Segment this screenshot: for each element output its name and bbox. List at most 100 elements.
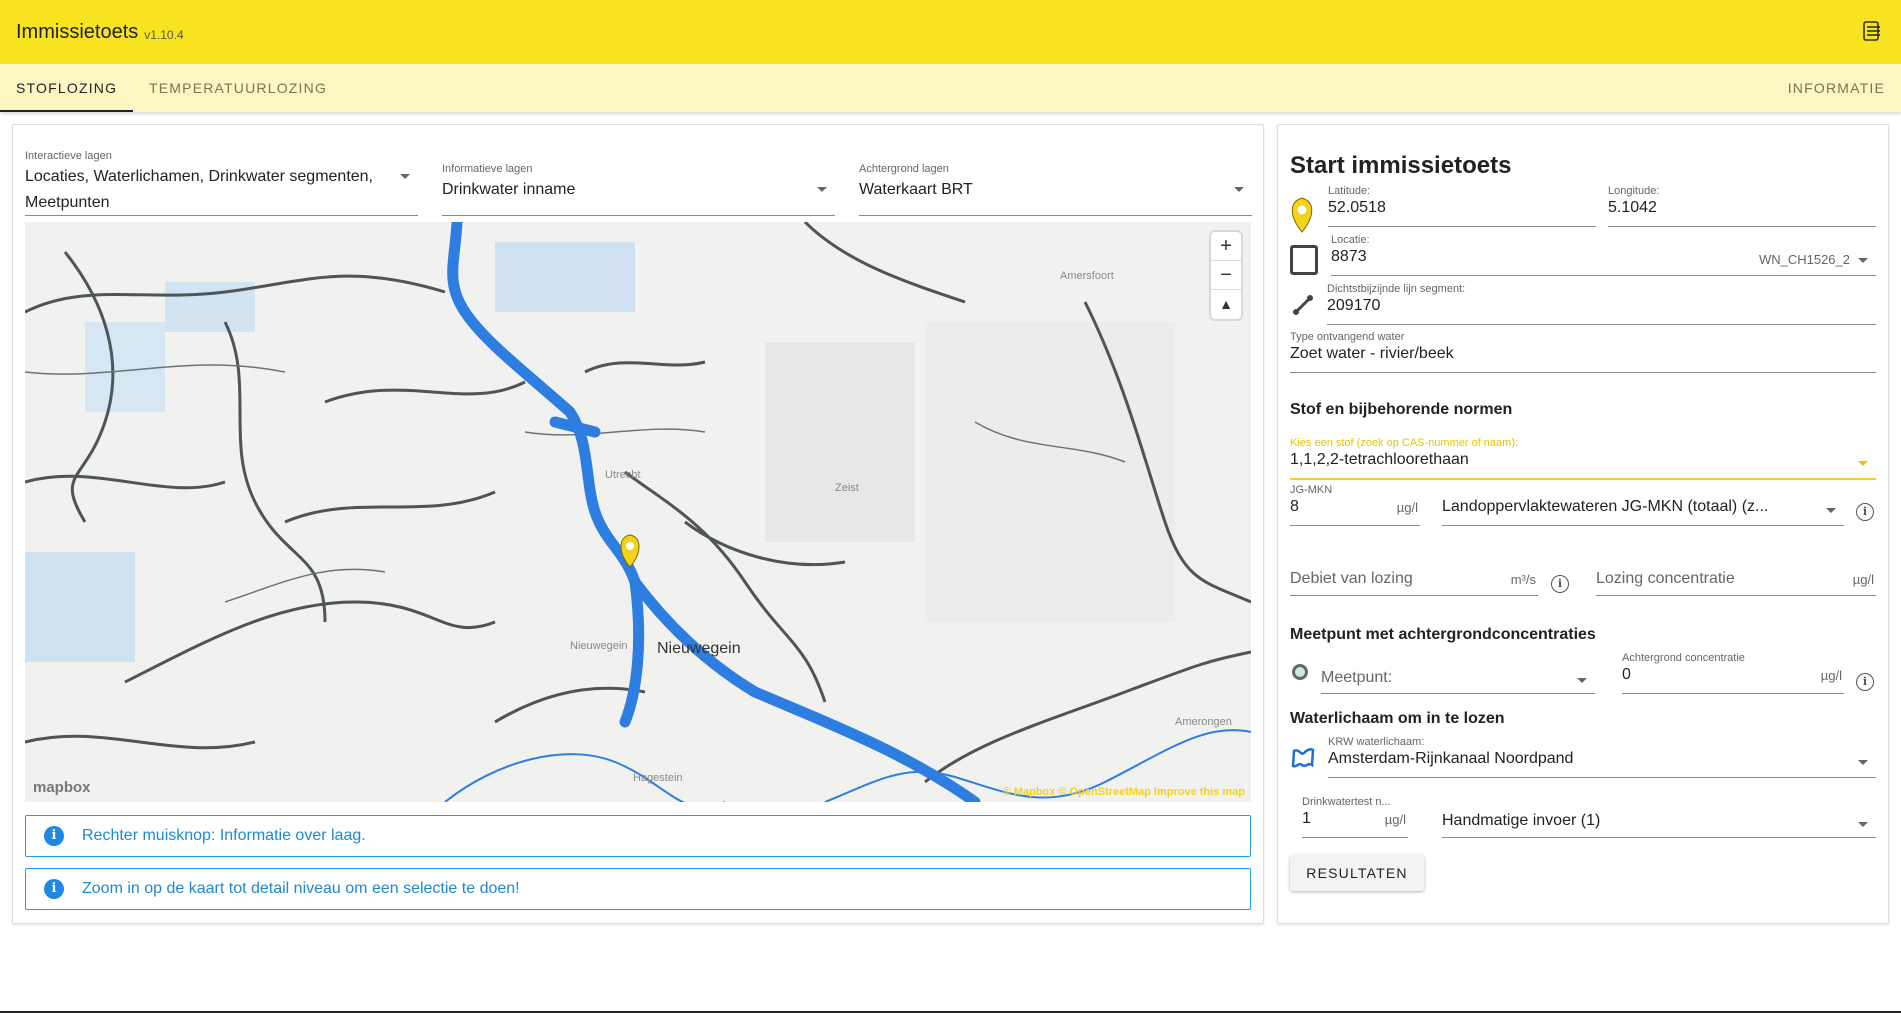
map-label-nieuwegein: Nieuwegein [657,640,741,657]
water-type-label: Type ontvangend water [1290,331,1405,343]
app-title: Immissietoets [16,20,139,43]
chevron-down-icon [1858,258,1868,263]
debiet-unit: m³/s [1510,572,1536,587]
info-icon[interactable]: i [1551,575,1569,593]
longitude-value: 5.1042 [1608,199,1657,216]
water-type-value: Zoet water - rivier/beek [1290,345,1454,362]
chevron-down-icon [1858,461,1868,466]
tab-informatie[interactable]: INFORMATIE [1772,64,1901,112]
achtergrond-unit: µg/l [1820,668,1842,683]
invoer-mode-select[interactable]: Handmatige invoer (1) [1442,798,1876,838]
krw-waterlichaam-select[interactable]: KRW waterlichaam: Amsterdam-Rijnkanaal N… [1328,736,1876,778]
drinkwatertest-field[interactable]: Drinkwatertest n... 1 µg/l [1302,796,1408,838]
achtergrond-label: Achtergrond concentratie [1622,652,1745,664]
interactive-layers-value-2: Meetpunten [25,194,110,211]
achtergrond-field[interactable]: Achtergrond concentratie 0 µg/l [1622,652,1844,694]
latitude-label: Latitude: [1328,185,1371,197]
tab-stoflozing[interactable]: STOFLOZING [0,64,134,112]
map-label-amerongen: Amerongen [1175,716,1232,728]
chevron-down-icon [1577,678,1587,683]
map-label-zeist: Zeist [835,482,859,494]
longitude-field[interactable]: Longitude: 5.1042 [1608,185,1876,227]
achtergrond-value: 0 [1622,666,1631,683]
norm-select[interactable]: Landoppervlaktewateren JG-MKN (totaal) (… [1442,484,1844,526]
debiet-field[interactable]: Debiet van lozing m³/s [1290,556,1538,596]
drinkwater-value: 1 [1302,810,1311,827]
lozing-unit: µg/l [1852,572,1874,587]
map-canvas [25,222,1251,802]
longitude-label: Longitude: [1608,185,1660,197]
app-version: v1.10.4 [144,28,184,42]
location-pin-icon[interactable] [1289,196,1315,234]
segment-label: Dichtstbijzijnde lijn segment: [1327,283,1466,295]
map-attribution[interactable]: © Mapbox © OpenStreetMap Improve this ma… [1003,786,1245,798]
compass-button[interactable]: ▲ [1211,290,1241,319]
map-view[interactable]: Amersfoort Zeist Utrecht Nieuwegein Nieu… [25,222,1251,802]
tab-temperatuurlozing[interactable]: TEMPERATUURLOZING [133,64,343,112]
tab-bar: STOFLOZING TEMPERATUURLOZING INFORMATIE [0,64,1901,112]
background-layers-select[interactable]: Achtergrond lagen Waterkaart BRT [859,163,1252,216]
segment-line-icon[interactable] [1291,293,1315,317]
meetpunt-select[interactable]: Meetpunt: [1321,656,1595,694]
layers-menu-icon[interactable] [1861,20,1883,42]
zoom-out-button[interactable]: − [1211,261,1241,290]
info-icon: i [44,879,64,899]
stof-label: Kies een stof (zoek op CAS-nummer of naa… [1290,437,1519,449]
lozing-concentratie-field[interactable]: Lozing concentratie µg/l [1596,556,1876,596]
stof-value: 1,1,2,2-tetrachloorethaan [1290,451,1469,468]
meetpunt-circle-icon[interactable] [1292,664,1308,680]
drinkwater-unit: µg/l [1384,812,1406,827]
waterbody-icon[interactable] [1290,746,1316,770]
locatie-label: Locatie: [1331,234,1370,246]
map-label-utrecht: Utrecht [605,469,641,481]
interactive-layers-value-1: Locaties, Waterlichamen, Drinkwater segm… [25,168,373,185]
jgmkn-value: 8 [1290,498,1299,515]
resultaten-button[interactable]: RESULTATEN [1290,855,1424,891]
zoom-in-button[interactable]: + [1211,232,1241,261]
interactive-layers-select[interactable]: Interactieve lagen Locaties, Waterlicham… [25,150,418,216]
water-type-field[interactable]: Type ontvangend water Zoet water - rivie… [1290,331,1876,373]
chevron-down-icon [817,187,827,192]
map-label-nieuwegein-small: Nieuwegein [570,640,628,652]
background-layers-label: Achtergrond lagen [859,163,949,175]
jgmkn-unit: µg/l [1396,500,1418,515]
chevron-down-icon [1826,508,1836,513]
drinkwater-label: Drinkwatertest n... [1302,796,1391,808]
map-label-amersfoort: Amersfoort [1060,270,1114,282]
informative-layers-select[interactable]: Informatieve lagen Drinkwater inname [442,163,835,216]
jgmkn-label: JG-MKN [1290,484,1333,496]
info-alert-zoom: i Zoom in op de kaart tot detail niveau … [25,868,1251,910]
latitude-value: 52.0518 [1328,199,1386,216]
info-alert-right-click: i Rechter muisknop: Informatie over laag… [25,815,1251,857]
info-icon: i [44,826,64,846]
informative-layers-label: Informatieve lagen [442,163,533,175]
app-bar: Immissietoets v1.10.4 [0,0,1901,64]
invoer-mode-value: Handmatige invoer (1) [1442,812,1601,829]
stof-heading: Stof en bijbehorende normen [1290,401,1513,418]
meetpunt-placeholder: Meetpunt: [1321,669,1393,686]
alert-text: Zoom in op de kaart tot detail niveau om… [82,880,520,897]
chevron-down-icon [1234,187,1244,192]
norm-value: Landoppervlaktewateren JG-MKN (totaal) (… [1442,498,1769,515]
segment-field[interactable]: Dichtstbijzijnde lijn segment: 209170 [1327,283,1876,325]
jgmkn-field[interactable]: JG-MKN 8 µg/l [1290,484,1420,526]
meetpunt-heading: Meetpunt met achtergrondconcentraties [1290,626,1596,643]
krw-label: KRW waterlichaam: [1328,736,1425,748]
segment-value: 209170 [1327,297,1381,314]
interactive-layers-label: Interactieve lagen [25,150,112,162]
chevron-down-icon [1858,822,1868,827]
informative-layers-value: Drinkwater inname [442,181,576,198]
debiet-placeholder: Debiet van lozing [1290,570,1413,587]
background-layers-value: Waterkaart BRT [859,181,973,198]
info-icon[interactable]: i [1856,673,1874,691]
alert-text: Rechter muisknop: Informatie over laag. [82,827,366,844]
zoom-control: + − ▲ [1211,232,1241,319]
stof-autocomplete[interactable]: Kies een stof (zoek op CAS-nummer of naa… [1290,437,1876,480]
locatie-select[interactable]: Locatie: 8873 WN_CH1526_2 [1331,234,1876,276]
chevron-down-icon [400,174,410,179]
info-icon[interactable]: i [1856,503,1874,521]
polygon-select-icon[interactable] [1290,245,1318,275]
form-title: Start immissietoets [1290,152,1512,179]
latitude-field[interactable]: Latitude: 52.0518 [1328,185,1596,227]
mapbox-logo[interactable]: mapbox [33,779,91,796]
